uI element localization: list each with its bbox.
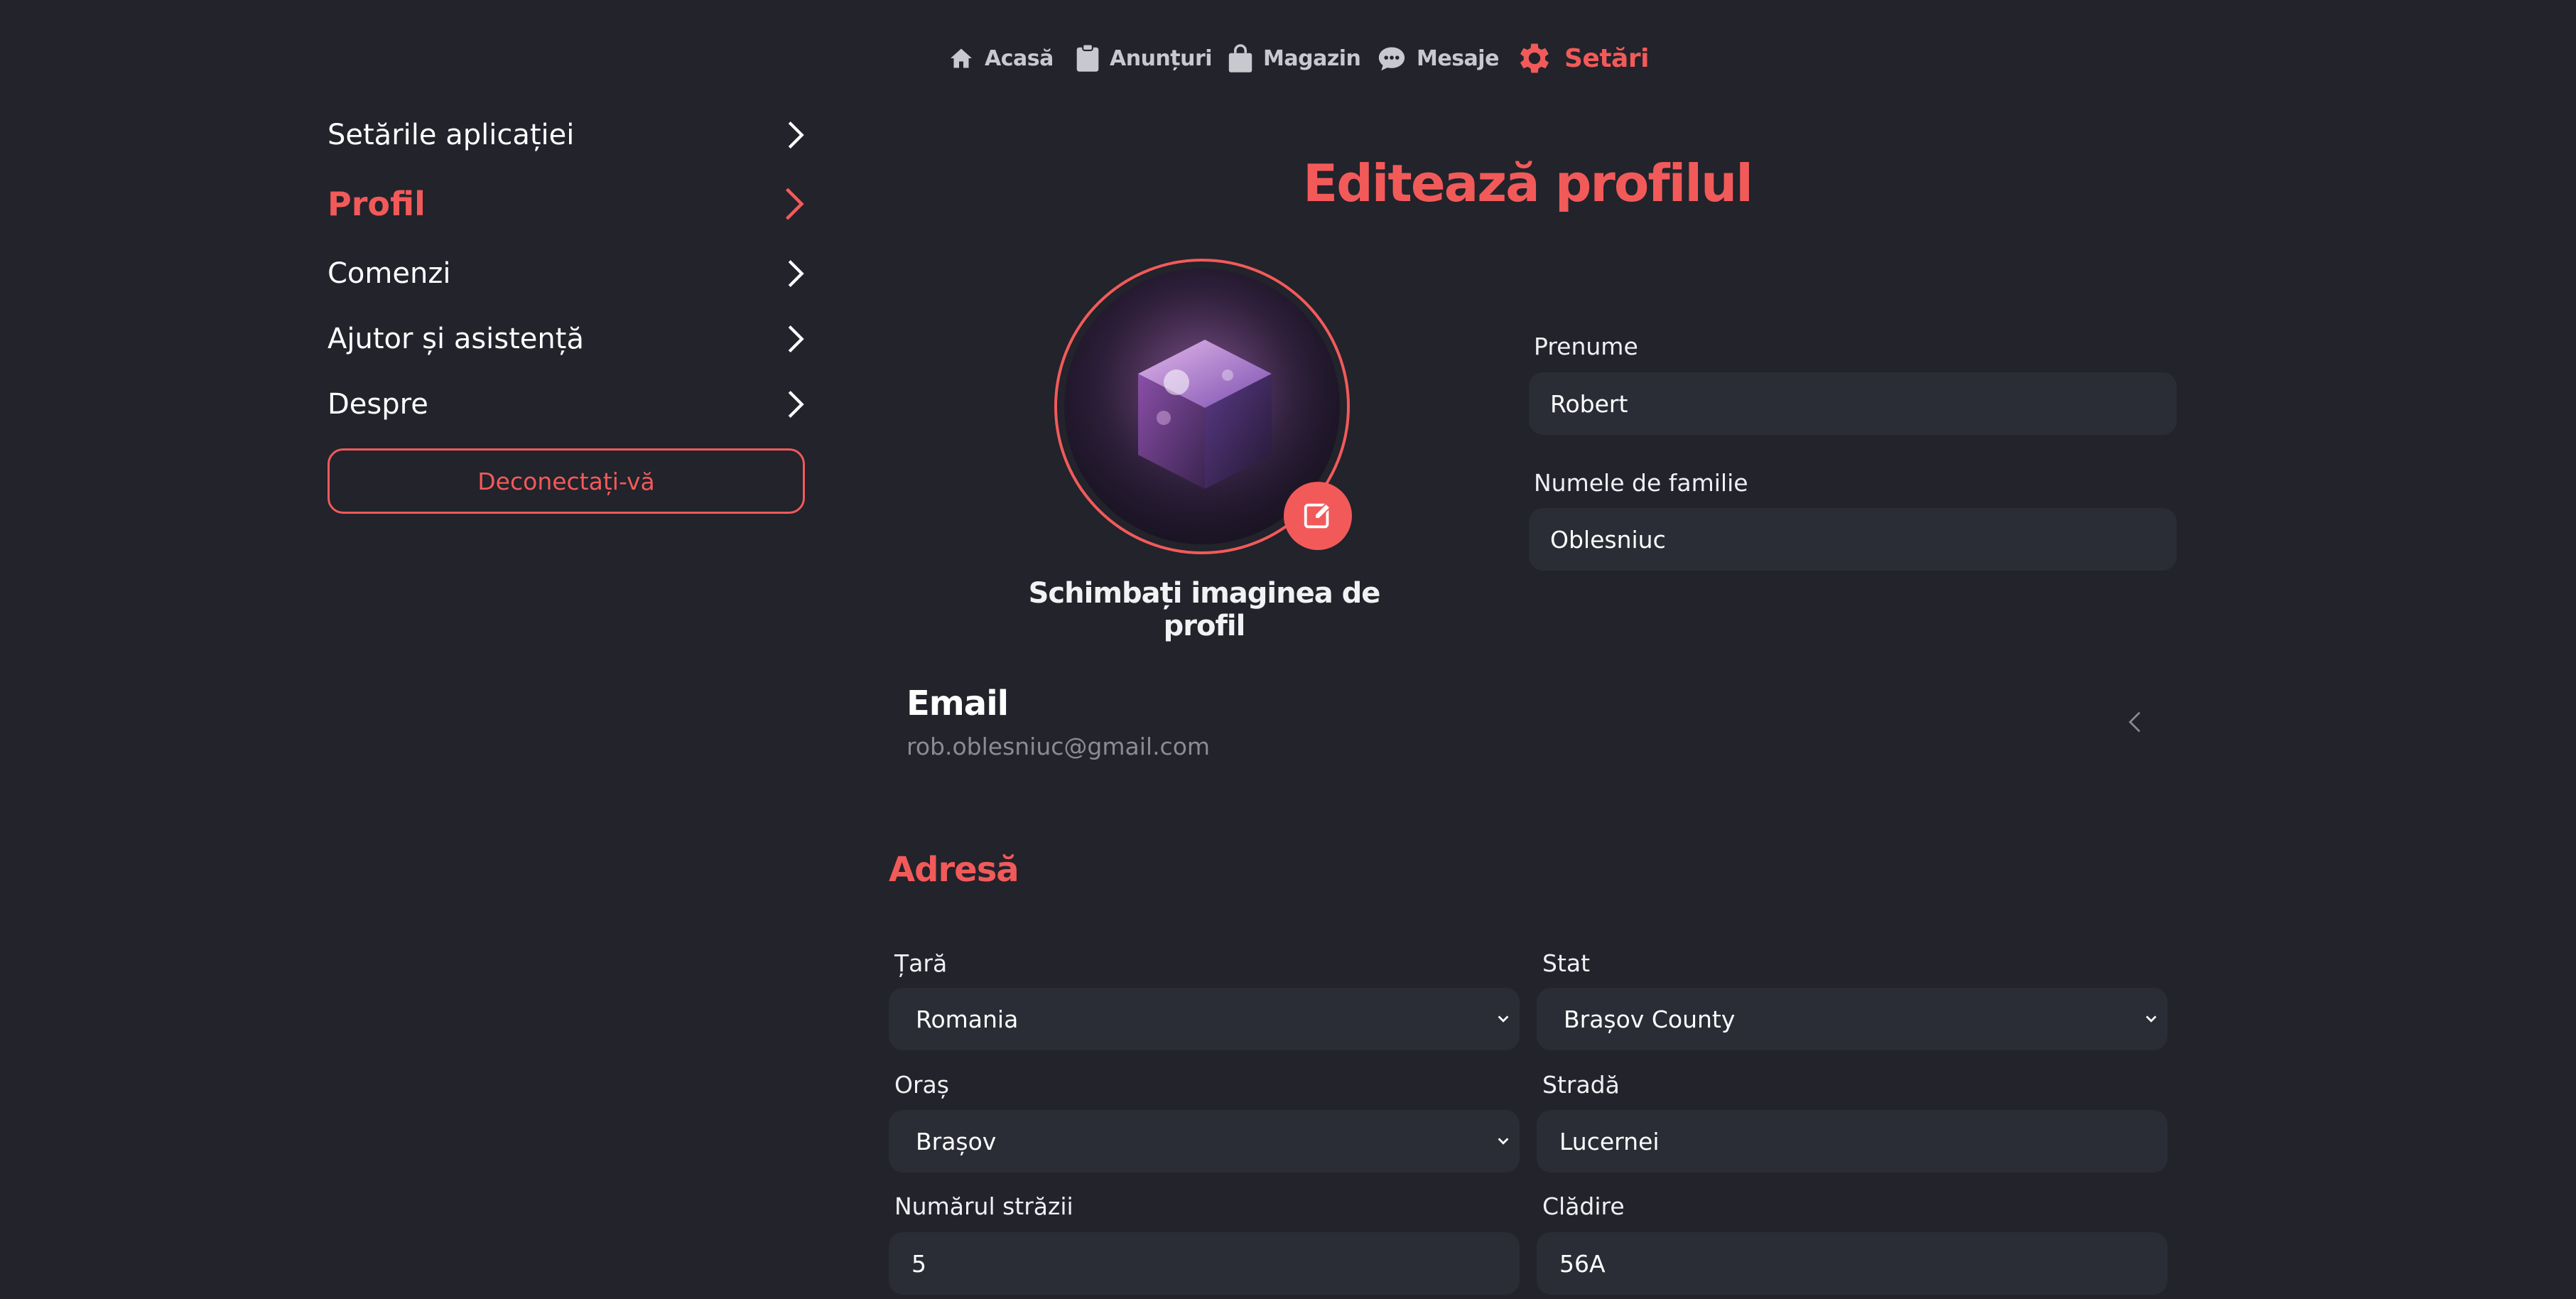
state-label: Stat [1542, 949, 1591, 977]
sidebar-item-label: Profil [328, 185, 426, 223]
gear-icon [1520, 43, 1549, 73]
address-section-title: Adresă [889, 850, 1019, 890]
edit-icon [1304, 502, 1331, 529]
last-name-label: Numele de familie [1534, 469, 1748, 497]
first-name-field[interactable] [1529, 372, 2177, 435]
email-label: Email [907, 684, 1009, 723]
sidebar-item-profile[interactable]: Profil [328, 179, 805, 229]
country-select[interactable]: Romania [889, 988, 1520, 1050]
sidebar-item-label: Setările aplicației [328, 119, 575, 151]
first-name-label: Prenume [1534, 333, 1638, 360]
edit-avatar-button[interactable] [1284, 482, 1352, 550]
nav-item-announcements[interactable]: Anunțuri [1076, 37, 1213, 80]
nav-label-announcements: Anunțuri [1110, 45, 1213, 71]
chevron-left-icon[interactable] [2124, 708, 2145, 736]
nav-label-shop: Magazin [1263, 45, 1361, 71]
state-select[interactable]: Brașov County [1537, 988, 2168, 1050]
street-field[interactable] [1537, 1110, 2168, 1173]
nav-item-settings[interactable]: Setări [1515, 37, 1649, 80]
city-select[interactable]: Brașov [889, 1110, 1520, 1173]
street-number-label: Numărul străzii [894, 1192, 1073, 1220]
sidebar-item-label: Comenzi [328, 257, 451, 290]
home-icon [951, 48, 972, 68]
street-number-field[interactable] [889, 1232, 1520, 1295]
last-name-field[interactable] [1529, 508, 2177, 571]
sidebar-item-label: Despre [328, 388, 428, 421]
top-nav: Acasă Anunțuri Magazin Mesaje Setări [0, 37, 2576, 80]
nav-item-home[interactable]: Acasă [948, 37, 1054, 80]
clipboard-icon [1076, 43, 1099, 72]
nav-item-messages[interactable]: Mesaje [1377, 37, 1499, 80]
nav-item-shop[interactable]: Magazin [1228, 37, 1361, 80]
sidebar-item-app-settings[interactable]: Setările aplicației [328, 110, 805, 160]
logout-button[interactable]: Deconectați-vă [328, 448, 805, 514]
shopping-bag-icon [1228, 44, 1252, 72]
sidebar-item-about[interactable]: Despre [328, 379, 805, 429]
chevron-right-icon [788, 391, 804, 418]
chevron-down-icon [1498, 1015, 1509, 1023]
chevron-right-icon [788, 260, 804, 287]
sidebar-item-help[interactable]: Ajutor și asistență [328, 314, 805, 364]
chat-icon [1378, 47, 1405, 71]
building-label: Clădire [1542, 1192, 1625, 1220]
sidebar-item-orders[interactable]: Comenzi [328, 249, 805, 298]
street-label: Stradă [1542, 1071, 1620, 1099]
sidebar-item-label: Ajutor și asistență [328, 323, 584, 355]
city-label: Oraș [894, 1071, 949, 1099]
nav-label-settings: Setări [1564, 43, 1649, 73]
chevron-right-icon [788, 325, 804, 352]
chevron-down-icon [1498, 1138, 1509, 1145]
building-field[interactable] [1537, 1232, 2168, 1295]
page-title: Editează profilul [1303, 153, 1753, 213]
city-value: Brașov [916, 1127, 997, 1155]
chevron-right-icon [785, 188, 804, 220]
country-label: Țară [894, 949, 948, 977]
change-avatar-label: Schimbați imaginea de profil [1028, 577, 1381, 642]
nav-label-home: Acasă [985, 45, 1054, 71]
state-value: Brașov County [1564, 1005, 1736, 1033]
nav-label-messages: Mesaje [1417, 45, 1499, 71]
chevron-right-icon [788, 122, 804, 149]
chevron-down-icon [2145, 1015, 2157, 1023]
email-value: rob.oblesniuc@gmail.com [907, 733, 1211, 760]
country-value: Romania [916, 1005, 1019, 1033]
